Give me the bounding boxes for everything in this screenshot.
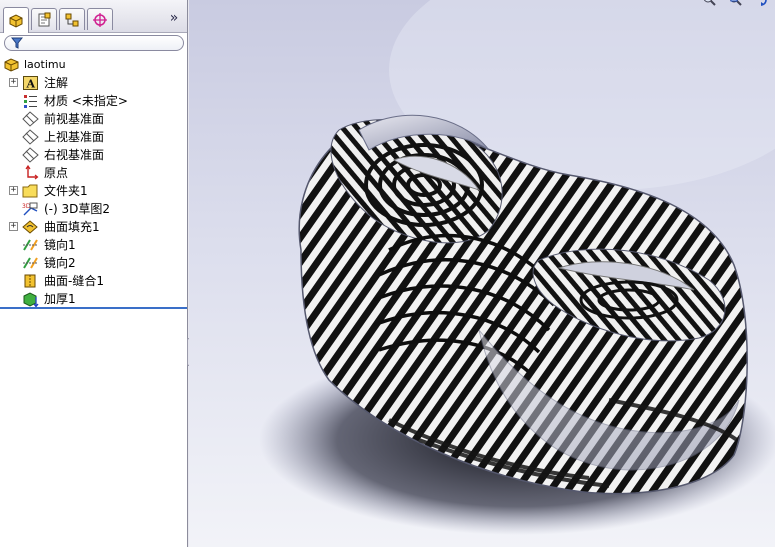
part-name: laotimu — [24, 58, 66, 71]
tree-item-label: 右视基准面 — [44, 148, 105, 162]
property-manager-icon — [38, 12, 51, 26]
tree-item-label: (-) 3D草图2 — [44, 202, 111, 216]
tree-item-mirror-1[interactable]: 镜向1 — [0, 236, 187, 254]
tree-item-label: 文件夹1 — [44, 184, 88, 198]
feature-tree: laotimu + A 注解 材质 <未指定> 前视基准面 上视基准面 右视基准… — [0, 56, 187, 308]
tree-item-thicken[interactable]: 加厚1 — [0, 290, 187, 308]
zebra-stripe-surface-model — [259, 0, 775, 535]
tree-item-label: 曲面填充1 — [44, 220, 100, 234]
tree-item-label: 镜向2 — [44, 256, 76, 270]
tree-item-label: 曲面-缝合1 — [44, 274, 104, 288]
tree-item-mirror-2[interactable]: 镜向2 — [0, 254, 187, 272]
feature-tree-icon — [9, 13, 23, 28]
tree-item-annotations[interactable]: + A 注解 — [0, 74, 187, 92]
tree-item-label: 前视基准面 — [44, 112, 105, 126]
thicken-icon — [23, 292, 39, 307]
sketch-3d-icon: 3D — [22, 202, 38, 216]
origin-icon — [25, 165, 39, 180]
tree-item-surface-fill[interactable]: + 曲面填充1 — [0, 218, 187, 236]
plane-icon — [22, 147, 39, 163]
part-icon — [4, 58, 19, 72]
view-toolbar — [695, 0, 769, 9]
expand-toggle[interactable]: + — [9, 222, 18, 231]
tree-item-top-plane[interactable]: 上视基准面 — [0, 128, 187, 146]
tree-item-label: 原点 — [44, 166, 69, 180]
zoom-to-fit-icon[interactable] — [701, 0, 717, 6]
rotate-view-icon[interactable] — [753, 0, 769, 6]
annotation-icon: A — [23, 76, 38, 91]
plane-icon — [22, 111, 39, 127]
mirror-icon — [23, 257, 38, 269]
crosshair-target-icon — [93, 12, 107, 27]
feature-manager-panel: » laotimu + A 注解 材质 <未指定> 前视基准面 上视基准面 右视… — [0, 0, 188, 547]
tree-item-label: 镜向1 — [44, 238, 76, 252]
filter-icon — [11, 37, 23, 49]
tree-item-origin[interactable]: 原点 — [0, 164, 187, 182]
panel-tab-bar: » — [0, 0, 187, 33]
folder-icon — [22, 184, 38, 198]
expand-toggle[interactable]: + — [9, 78, 18, 87]
graphics-viewport[interactable] — [189, 0, 775, 547]
configurationmanager-tab[interactable] — [59, 8, 85, 30]
expand-toggle[interactable]: + — [9, 186, 18, 195]
tree-item-3d-sketch[interactable]: 3D (-) 3D草图2 — [0, 200, 187, 218]
dimxpert-tab[interactable] — [87, 8, 113, 30]
surface-knit-icon — [24, 274, 36, 288]
plane-icon — [22, 129, 39, 145]
featuremanager-tab[interactable] — [3, 7, 29, 33]
surface-fill-icon — [22, 220, 38, 234]
expand-panel-button[interactable]: » — [167, 10, 181, 26]
zoom-area-icon[interactable] — [727, 0, 743, 6]
tree-item-label: 材质 <未指定> — [44, 94, 128, 108]
tree-item-right-plane[interactable]: 右视基准面 — [0, 146, 187, 164]
tree-item-material[interactable]: 材质 <未指定> — [0, 92, 187, 110]
tree-item-surface-knit[interactable]: 曲面-缝合1 — [0, 272, 187, 290]
tree-item-label: 注解 — [44, 76, 69, 90]
tree-item-folder[interactable]: + 文件夹1 — [0, 182, 187, 200]
configuration-icon — [65, 13, 79, 26]
tree-root-part[interactable]: laotimu — [0, 56, 187, 74]
tree-item-front-plane[interactable]: 前视基准面 — [0, 110, 187, 128]
svg-text:A: A — [26, 78, 36, 91]
propertymanager-tab[interactable] — [31, 8, 57, 30]
tree-item-label: 加厚1 — [44, 292, 76, 306]
tree-item-label: 上视基准面 — [44, 130, 105, 144]
filter-input[interactable] — [27, 36, 177, 50]
mirror-icon — [23, 239, 38, 251]
rollback-bar[interactable] — [0, 307, 187, 309]
material-icon — [24, 95, 37, 108]
feature-filter[interactable] — [4, 35, 184, 51]
